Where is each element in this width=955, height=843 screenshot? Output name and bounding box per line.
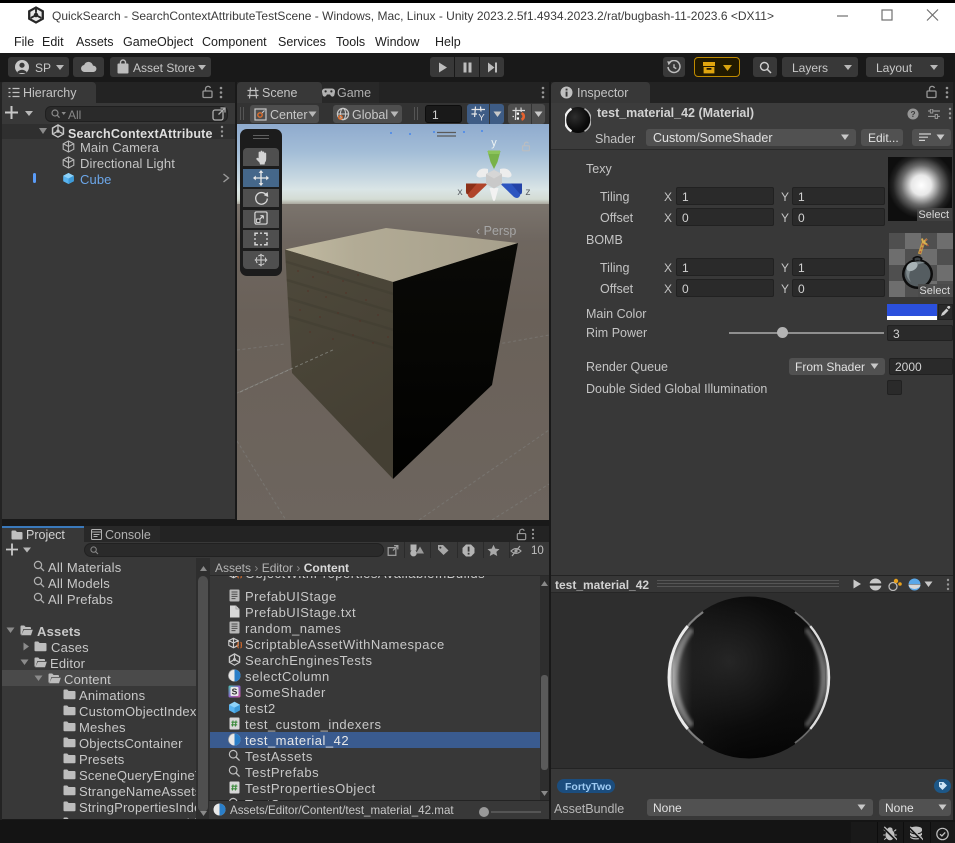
svg-text:?: ? [910, 109, 915, 119]
svg-text:‹ Persp: ‹ Persp [476, 224, 516, 238]
svg-text:S: S [232, 687, 238, 697]
svg-text:x: x [457, 186, 463, 198]
svg-text:z: z [525, 186, 530, 198]
svg-text:Y: Y [478, 113, 485, 123]
svg-text:Select: Select [919, 285, 950, 297]
svg-text:y: y [491, 137, 497, 149]
svg-text:Select: Select [918, 209, 949, 221]
